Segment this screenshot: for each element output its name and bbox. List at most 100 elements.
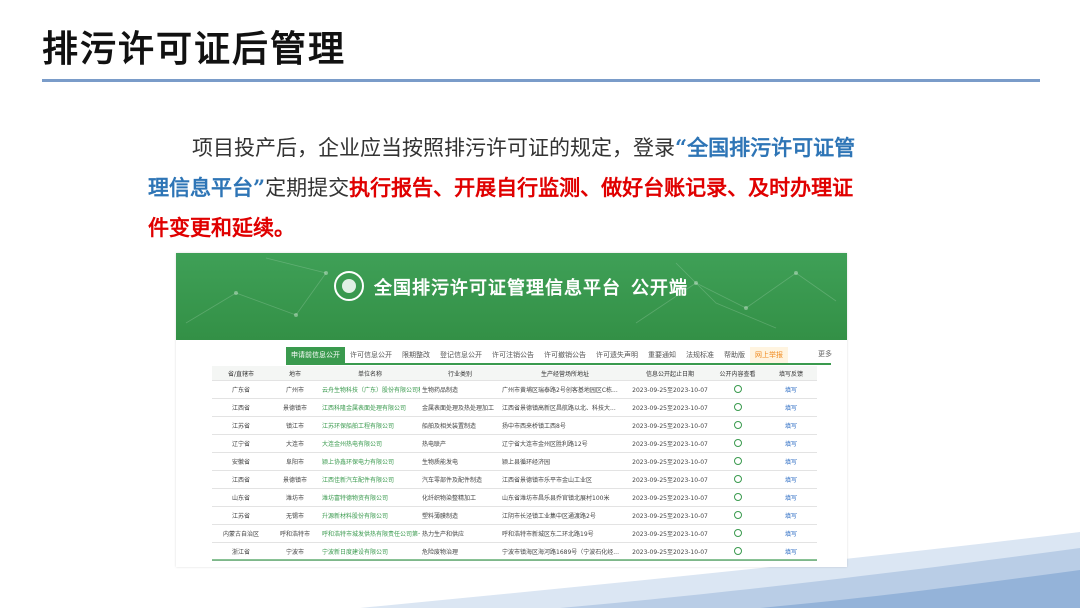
city-cell: 呼和浩特市 (270, 524, 320, 543)
table-row: 内蒙古自治区 呼和浩特市 呼和浩特市城发供热有限责任公司第七... 热力生产和供… (212, 524, 817, 543)
date-range-cell: 2023-09-25至2023-10-07 (630, 452, 710, 471)
tab-license-info[interactable]: 许可信息公开 (345, 347, 397, 363)
tab-help[interactable]: 帮助版 (719, 347, 750, 363)
city-cell: 阜阳市 (270, 452, 320, 471)
address-cell: 扬中市西来桥镇工西8号 (500, 416, 630, 435)
table-row: 广东省 广州市 云舟生物科技（广东）股份有限公司科... 生物药品制造 广州市黄… (212, 380, 817, 399)
date-range-cell: 2023-09-25至2023-10-07 (630, 506, 710, 525)
company-link[interactable]: 大连金州热电有限公司 (320, 434, 420, 453)
address-cell: 辽宁省大连市金州区胜利路12号 (500, 434, 630, 453)
address-cell: 宁波市镇海区海河路1689号（宁波石化经... (500, 542, 630, 561)
table-row: 江苏省 无锡市 升源新材料股份有限公司 塑料薄膜制造 江阴市长泾镇工业集中区通渡… (212, 506, 817, 525)
date-range-cell: 2023-09-25至2023-10-07 (630, 398, 710, 417)
feedback-link[interactable]: 填写 (765, 434, 817, 453)
date-range-cell: 2023-09-25至2023-10-07 (630, 416, 710, 435)
view-content-icon[interactable] (710, 470, 765, 489)
feedback-link[interactable]: 填写 (765, 470, 817, 489)
tab-notices[interactable]: 重要通知 (643, 347, 681, 363)
industry-cell: 生物药品制造 (420, 380, 500, 399)
table-row: 辽宁省 大连市 大连金州热电有限公司 热电联产 辽宁省大连市金州区胜利路12号 … (212, 434, 817, 453)
city-cell: 大连市 (270, 434, 320, 453)
date-range-cell: 2023-09-25至2023-10-07 (630, 524, 710, 543)
industry-cell: 热力生产和供应 (420, 524, 500, 543)
slide-title: 排污许可证后管理 (42, 29, 347, 70)
address-cell: 颍上县循环经济园 (500, 452, 630, 471)
province-cell: 江苏省 (212, 506, 270, 525)
platform-banner: 全国排污许可证管理信息平台 公开端 (176, 253, 847, 340)
column-header: 生产经营场所地址 (500, 366, 630, 381)
company-link[interactable]: 云舟生物科技（广东）股份有限公司科... (320, 380, 420, 399)
province-cell: 浙江省 (212, 542, 270, 561)
address-cell: 山东省潍坊市昌乐县乔官镇北展村100米 (500, 488, 630, 507)
view-content-icon[interactable] (710, 380, 765, 399)
view-content-icon[interactable] (710, 398, 765, 417)
tab-revocation[interactable]: 许可撤销公告 (539, 347, 591, 363)
tab-regulations[interactable]: 法规标准 (681, 347, 719, 363)
city-cell: 景德镇市 (270, 398, 320, 417)
feedback-link[interactable]: 填写 (765, 398, 817, 417)
column-header: 填写反馈 (765, 366, 817, 381)
table-row: 浙江省 宁波市 宁波新日度建设有限公司 危险废物治理 宁波市镇海区海河路1689… (212, 542, 817, 561)
tab-loss-statement[interactable]: 许可遗失声明 (591, 347, 643, 363)
para-text-1: 项目投产后，企业应当按照排污许可证的规定，登录 (192, 136, 675, 160)
province-cell: 江西省 (212, 398, 270, 417)
province-cell: 江西省 (212, 470, 270, 489)
feedback-link[interactable]: 填写 (765, 416, 817, 435)
title-divider (42, 79, 1040, 82)
view-content-icon[interactable] (710, 452, 765, 471)
view-content-icon[interactable] (710, 416, 765, 435)
tab-rectification[interactable]: 限期整改 (397, 347, 435, 363)
province-cell: 广东省 (212, 380, 270, 399)
table-row: 江西省 景德镇市 江西佳新汽车配件有限公司 汽车零部件及配件制造 江西省景德镇市… (212, 470, 817, 489)
view-content-icon[interactable] (710, 488, 765, 507)
view-content-icon[interactable] (710, 434, 765, 453)
feedback-link[interactable]: 填写 (765, 380, 817, 399)
feedback-link[interactable]: 填写 (765, 452, 817, 471)
para-text-2: 定期提交 (265, 176, 350, 200)
company-link[interactable]: 颍上协鑫环保电力有限公司 (320, 452, 420, 471)
date-range-cell: 2023-09-25至2023-10-07 (630, 434, 710, 453)
company-link[interactable]: 江西佳新汽车配件有限公司 (320, 470, 420, 489)
table-row: 江西省 景德镇市 江西科隆金属表面处理有限公司 金属表面处理及热处理加工 江西省… (212, 398, 817, 417)
feedback-link[interactable]: 填写 (765, 524, 817, 543)
address-cell: 江西省景德镇市乐平市金山工业区 (500, 470, 630, 489)
address-cell: 江阴市长泾镇工业集中区通渡路2号 (500, 506, 630, 525)
platform-tab-bar: 申请前信息公开 许可信息公开 限期整改 登记信息公开 许可注销公告 许可撤销公告… (286, 347, 831, 365)
company-link[interactable]: 潍坊富特德物资有限公司 (320, 488, 420, 507)
company-link[interactable]: 江苏环保船舶工程有限公司 (320, 416, 420, 435)
platform-title: 全国排污许可证管理信息平台 公开端 (374, 274, 688, 300)
city-cell: 无锡市 (270, 506, 320, 525)
column-header: 地市 (270, 366, 320, 381)
column-header: 信息公开起止日期 (630, 366, 710, 381)
tab-cancellation[interactable]: 许可注销公告 (487, 347, 539, 363)
company-link[interactable]: 呼和浩特市城发供热有限责任公司第七... (320, 524, 420, 543)
table-row: 安徽省 阜阳市 颍上协鑫环保电力有限公司 生物质能发电 颍上县循环经济园 202… (212, 452, 817, 471)
province-cell: 山东省 (212, 488, 270, 507)
feedback-link[interactable]: 填写 (765, 542, 817, 561)
company-link[interactable]: 江西科隆金属表面处理有限公司 (320, 398, 420, 417)
city-cell: 宁波市 (270, 542, 320, 561)
tab-pre-application[interactable]: 申请前信息公开 (286, 347, 345, 363)
company-link[interactable]: 宁波新日度建设有限公司 (320, 542, 420, 561)
tab-online-report[interactable]: 网上举报 (750, 347, 788, 363)
feedback-link[interactable]: 填写 (765, 488, 817, 507)
view-content-icon[interactable] (710, 524, 765, 543)
view-content-icon[interactable] (710, 506, 765, 525)
province-cell: 内蒙古自治区 (212, 524, 270, 543)
more-link[interactable]: 更多 (818, 349, 832, 359)
column-header: 行业类别 (420, 366, 500, 381)
tab-registration[interactable]: 登记信息公开 (435, 347, 487, 363)
date-range-cell: 2023-09-25至2023-10-07 (630, 542, 710, 561)
address-cell: 江西省景德镇高新区昌航路以北、科技大... (500, 398, 630, 417)
province-cell: 辽宁省 (212, 434, 270, 453)
view-content-icon[interactable] (710, 542, 765, 561)
company-link[interactable]: 升源新材料股份有限公司 (320, 506, 420, 525)
table-header-row: 省/直辖市 地市 单位名称 行业类别 生产经营场所地址 信息公开起止日期 公开内… (212, 366, 817, 381)
industry-cell: 船舶及相关装置制造 (420, 416, 500, 435)
city-cell: 广州市 (270, 380, 320, 399)
address-cell: 呼和浩特市新城区东二环北路19号 (500, 524, 630, 543)
platform-title-sub: 公开端 (631, 278, 688, 299)
column-header: 省/直辖市 (212, 366, 270, 381)
feedback-link[interactable]: 填写 (765, 506, 817, 525)
industry-cell: 化纤织物染整精加工 (420, 488, 500, 507)
